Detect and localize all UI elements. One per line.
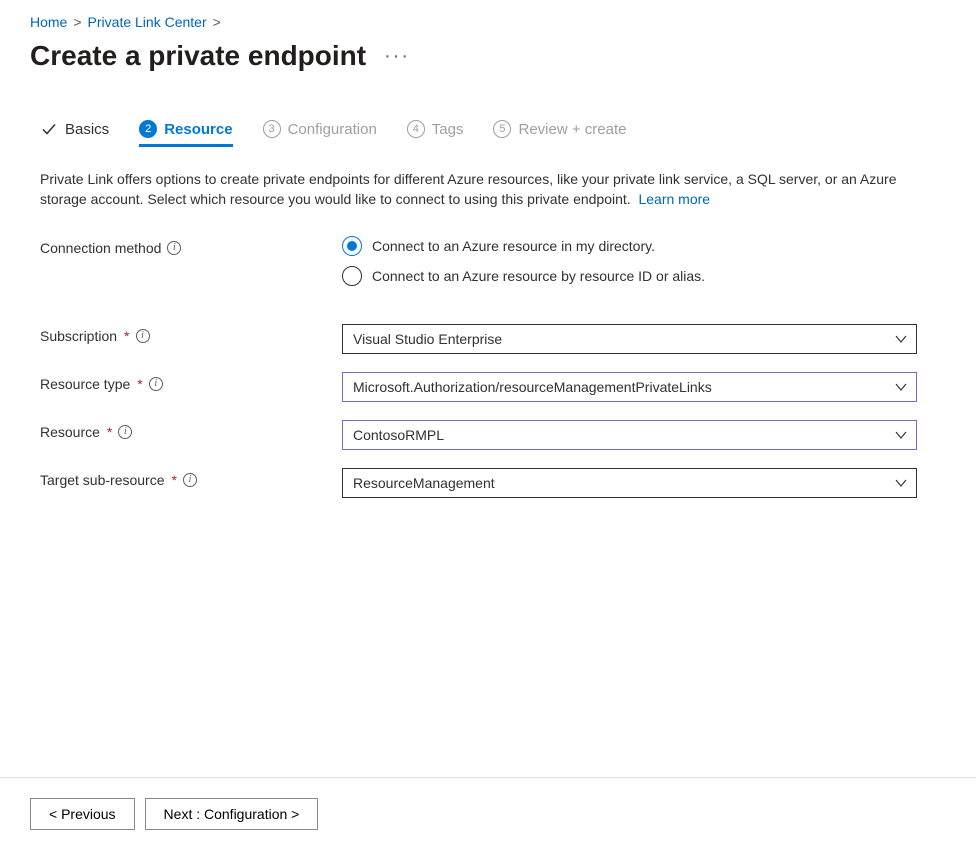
info-icon[interactable]: i — [167, 241, 181, 255]
tab-label: Review + create — [518, 121, 626, 138]
chevron-down-icon — [894, 428, 908, 442]
connection-method-radio-resource-id[interactable]: Connect to an Azure resource by resource… — [342, 266, 946, 286]
tab-label: Configuration — [288, 121, 377, 138]
connection-method-label: Connection method — [40, 240, 161, 256]
step-number-icon: 5 — [493, 120, 511, 138]
resource-select[interactable]: ContosoRMPL — [342, 420, 917, 450]
description-text: Private Link offers options to create pr… — [40, 171, 897, 207]
resource-label: Resource — [40, 424, 100, 440]
chevron-down-icon — [894, 476, 908, 490]
step-number-icon: 4 — [407, 120, 425, 138]
tab-review-create[interactable]: 5 Review + create — [493, 120, 626, 147]
footer-separator — [0, 777, 976, 778]
wizard-footer: < Previous Next : Configuration > — [30, 798, 318, 830]
tab-label: Tags — [432, 121, 464, 138]
breadcrumb: Home > Private Link Center > — [30, 14, 946, 30]
tab-label: Resource — [164, 121, 232, 138]
connection-method-radio-directory[interactable]: Connect to an Azure resource in my direc… — [342, 236, 946, 256]
required-indicator: * — [137, 376, 142, 392]
tab-resource[interactable]: 2 Resource — [139, 120, 232, 147]
tab-tags[interactable]: 4 Tags — [407, 120, 464, 147]
breadcrumb-private-link-center[interactable]: Private Link Center — [88, 14, 207, 30]
checkmark-icon — [40, 120, 58, 138]
tab-basics[interactable]: Basics — [40, 120, 109, 147]
target-sub-resource-select[interactable]: ResourceManagement — [342, 468, 917, 498]
step-number-icon: 3 — [263, 120, 281, 138]
radio-icon — [342, 236, 362, 256]
info-icon[interactable]: i — [118, 425, 132, 439]
chevron-right-icon: > — [73, 14, 81, 30]
select-value: Microsoft.Authorization/resourceManageme… — [353, 379, 712, 395]
select-value: ResourceManagement — [353, 475, 495, 491]
target-sub-resource-label: Target sub-resource — [40, 472, 165, 488]
subscription-select[interactable]: Visual Studio Enterprise — [342, 324, 917, 354]
select-value: ContosoRMPL — [353, 427, 444, 443]
select-value: Visual Studio Enterprise — [353, 331, 502, 347]
page-title: Create a private endpoint — [30, 40, 366, 72]
more-actions-icon[interactable]: ··· — [384, 46, 410, 66]
required-indicator: * — [172, 472, 177, 488]
radio-icon — [342, 266, 362, 286]
breadcrumb-home[interactable]: Home — [30, 14, 67, 30]
tab-description: Private Link offers options to create pr… — [30, 169, 946, 210]
chevron-down-icon — [894, 380, 908, 394]
info-icon[interactable]: i — [183, 473, 197, 487]
radio-label: Connect to an Azure resource in my direc… — [372, 238, 655, 254]
chevron-down-icon — [894, 332, 908, 346]
learn-more-link[interactable]: Learn more — [638, 191, 710, 207]
radio-label: Connect to an Azure resource by resource… — [372, 268, 705, 284]
tab-configuration[interactable]: 3 Configuration — [263, 120, 377, 147]
info-icon[interactable]: i — [149, 377, 163, 391]
resource-type-label: Resource type — [40, 376, 130, 392]
previous-button[interactable]: < Previous — [30, 798, 135, 830]
info-icon[interactable]: i — [136, 329, 150, 343]
tab-label: Basics — [65, 121, 109, 138]
step-number-icon: 2 — [139, 120, 157, 138]
required-indicator: * — [124, 328, 129, 344]
wizard-tabs: Basics 2 Resource 3 Configuration 4 Tags… — [30, 120, 946, 147]
required-indicator: * — [107, 424, 112, 440]
chevron-right-icon: > — [213, 14, 221, 30]
resource-type-select[interactable]: Microsoft.Authorization/resourceManageme… — [342, 372, 917, 402]
subscription-label: Subscription — [40, 328, 117, 344]
next-button[interactable]: Next : Configuration > — [145, 798, 319, 830]
